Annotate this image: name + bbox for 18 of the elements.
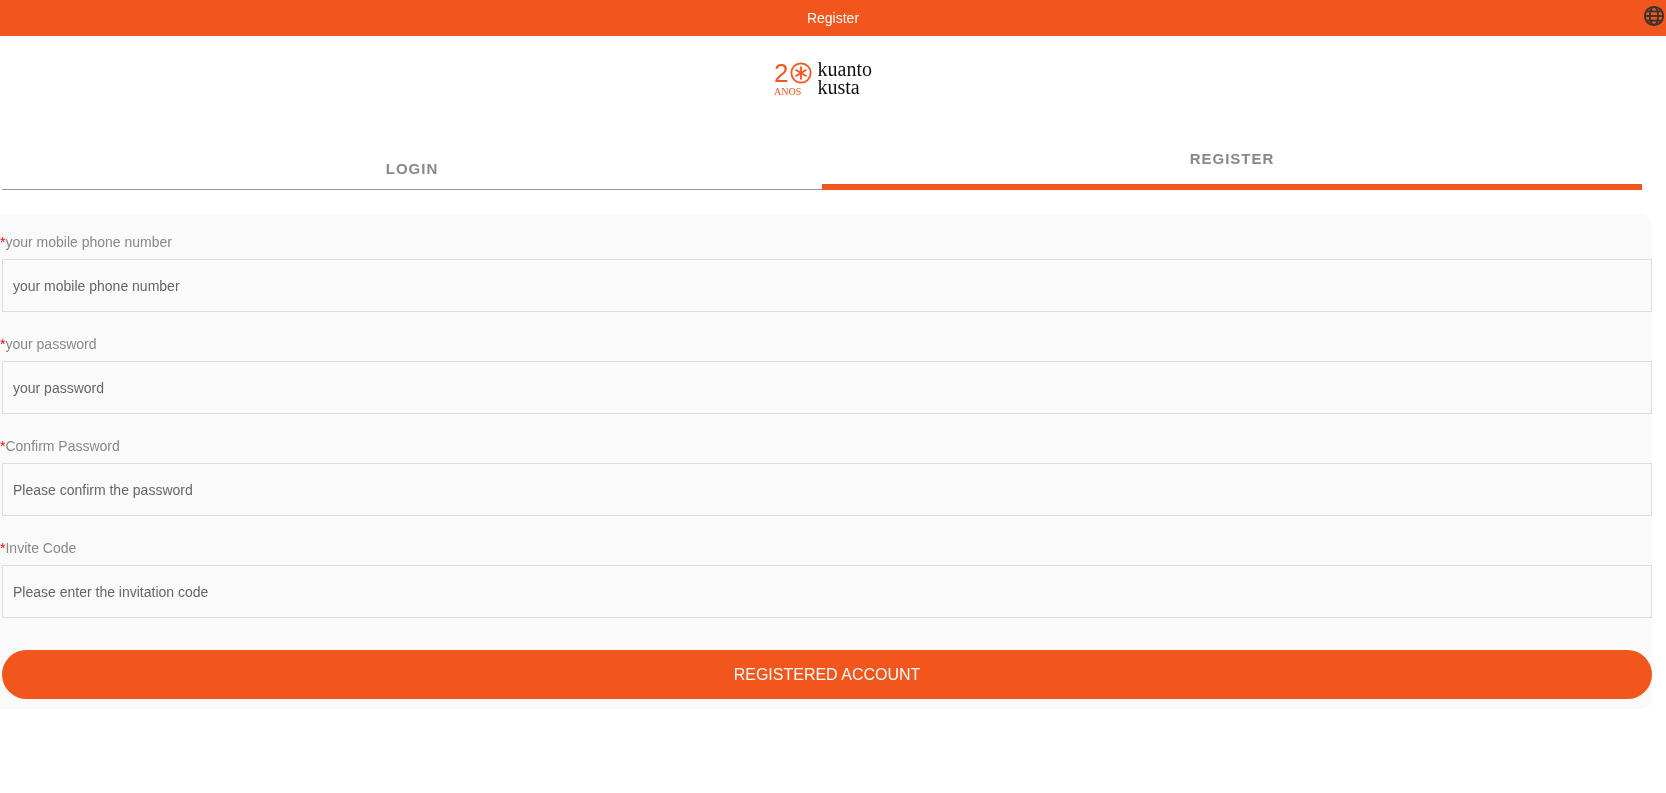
logo-text: kusta xyxy=(817,78,861,96)
field-label: *your password xyxy=(0,336,97,354)
field-label: *Confirm Password xyxy=(0,438,120,456)
field-label: *Invite Code xyxy=(0,540,77,558)
input-field[interactable]: your mobile phone number xyxy=(2,259,1652,312)
input-field[interactable]: Please confirm the password xyxy=(2,463,1652,516)
logo-number: 2 xyxy=(774,60,789,86)
asterisk-circle-icon xyxy=(789,62,812,84)
logo-text: kuanto xyxy=(817,60,872,78)
page-title: Register xyxy=(806,10,860,26)
field-label: *your mobile phone number xyxy=(0,234,172,252)
input-field[interactable]: your password xyxy=(2,361,1652,414)
input-field[interactable]: Please enter the invitation code xyxy=(2,565,1652,618)
tab[interactable]: LOGIN xyxy=(2,140,822,190)
register-button[interactable]: REGISTERED ACCOUNT xyxy=(2,650,1652,699)
logo-caption: ANOS xyxy=(774,86,802,97)
globe-icon[interactable] xyxy=(1643,5,1665,27)
tab[interactable]: REGISTER xyxy=(822,140,1642,190)
